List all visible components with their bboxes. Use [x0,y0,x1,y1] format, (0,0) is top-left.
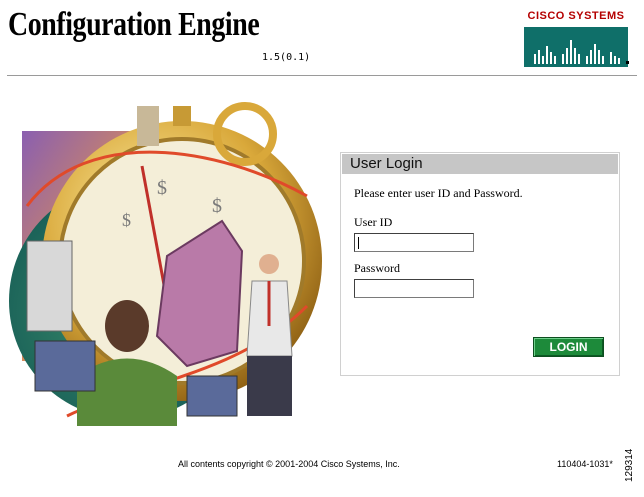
svg-text:$: $ [212,195,222,217]
user-id-label: User ID [354,215,393,229]
logo-wordmark: Cisco Systems [527,10,625,22]
app-title: Configuration Engine [8,6,260,43]
user-id-input[interactable] [354,233,474,252]
copyright-text: All contents copyright © 2001-2004 Cisco… [178,459,400,469]
cisco-logo: Cisco Systems [520,10,640,70]
password-label: Password [354,261,401,275]
login-instructions: Please enter user ID and Password. [354,186,523,200]
version-label: 1.5(0.1) [262,52,311,63]
svg-text:$: $ [122,210,131,230]
stopwatch-globe-illustration: $ $ $ [9,102,322,426]
text-caret [358,237,359,249]
login-panel-title: User Login [342,154,618,174]
logo-bars-icon [534,40,629,64]
login-button[interactable]: LOGIN [533,337,604,357]
login-panel: User Login Please enter user ID and Pass… [340,152,620,376]
password-input[interactable] [354,279,474,298]
header-divider [7,75,637,76]
figure-number: 129314 [624,448,635,482]
build-number: 110404-1031* [557,459,613,469]
svg-text:$: $ [157,177,167,199]
